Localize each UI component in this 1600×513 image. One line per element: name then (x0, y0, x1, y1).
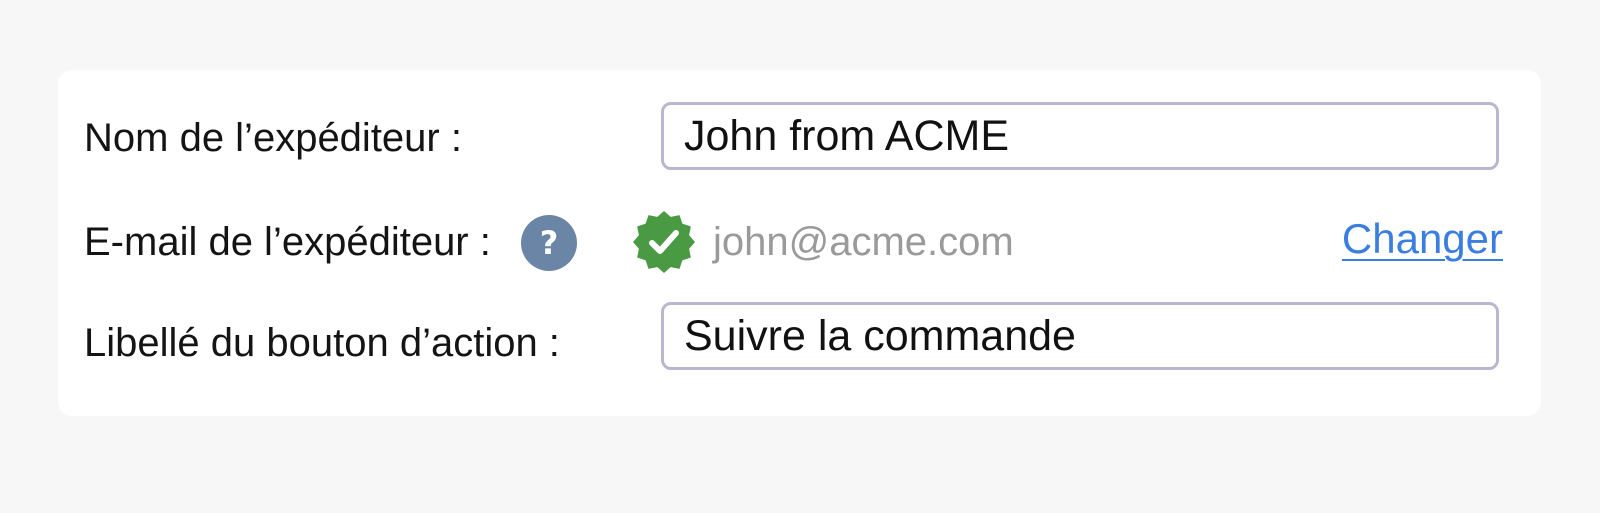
sender-name-input[interactable] (661, 102, 1499, 170)
verified-badge-icon (633, 211, 695, 273)
question-mark-icon[interactable]: ? (521, 215, 577, 271)
sender-email-label: E-mail de l’expéditeur : (84, 220, 491, 264)
change-email-link[interactable]: Changer (1342, 218, 1503, 260)
action-button-label-input[interactable] (661, 302, 1499, 370)
action-button-label-label: Libellé du bouton d’action : (84, 321, 560, 365)
sender-email-value: john@acme.com (713, 220, 1014, 264)
sender-settings-panel: Nom de l’expéditeur : E-mail de l’expédi… (58, 70, 1541, 416)
sender-name-label: Nom de l’expéditeur : (84, 116, 462, 160)
